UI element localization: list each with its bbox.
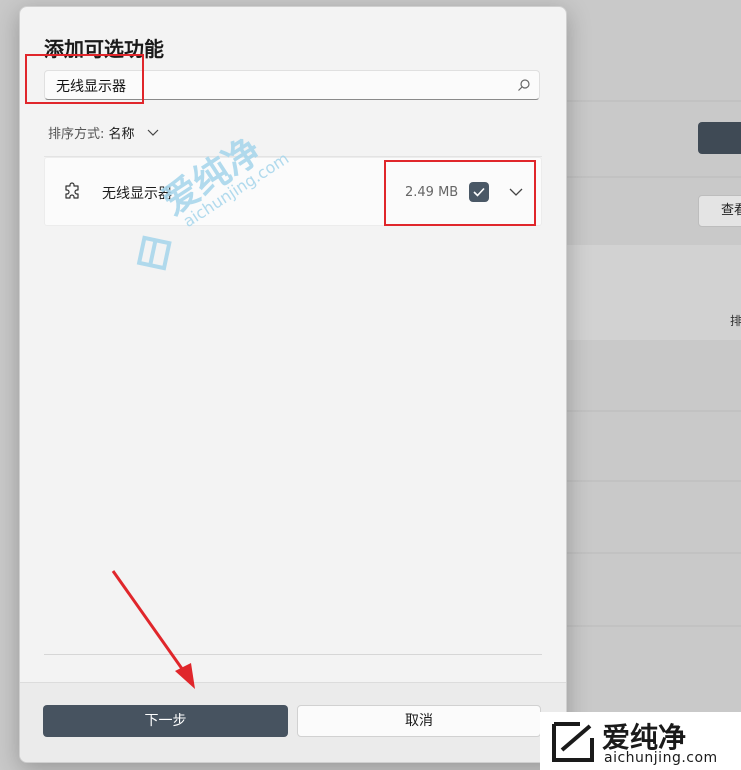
corner-watermark: 爱纯净 aichunjing.com: [540, 712, 741, 770]
bg-divider: [566, 480, 741, 482]
bg-view-button: 查看: [698, 195, 741, 227]
corner-logo-icon: [552, 722, 594, 762]
sort-value[interactable]: 名称: [109, 127, 135, 142]
bg-divider: [566, 625, 741, 627]
item-highlight-box: [384, 160, 536, 226]
bg-panel: [566, 245, 741, 340]
bg-divider: [566, 552, 741, 554]
bg-divider: [566, 100, 741, 102]
bg-divider: [566, 176, 741, 178]
chevron-down-icon[interactable]: [147, 126, 159, 138]
search-highlight-box: [25, 54, 144, 104]
bg-primary-button: [698, 122, 741, 154]
annotation-arrow-icon: [111, 570, 195, 689]
cancel-button[interactable]: 取消: [297, 705, 541, 737]
puzzle-piece-icon: [65, 182, 79, 199]
watermark-logo-icon: [136, 235, 172, 271]
corner-watermark-url: aichunjing.com: [604, 750, 718, 766]
search-icon[interactable]: [517, 78, 531, 92]
bg-sort-label: 排: [730, 314, 741, 328]
next-button[interactable]: 下一步: [43, 705, 288, 737]
bg-divider: [566, 410, 741, 412]
add-optional-feature-dialog: 添加可选功能 无线显示器 排序方式: 名称 无线显示器 2.49 MB 爱纯净 …: [19, 6, 567, 763]
sort-label: 排序方式:: [48, 127, 105, 142]
sort-control[interactable]: 排序方式: 名称: [48, 123, 135, 142]
